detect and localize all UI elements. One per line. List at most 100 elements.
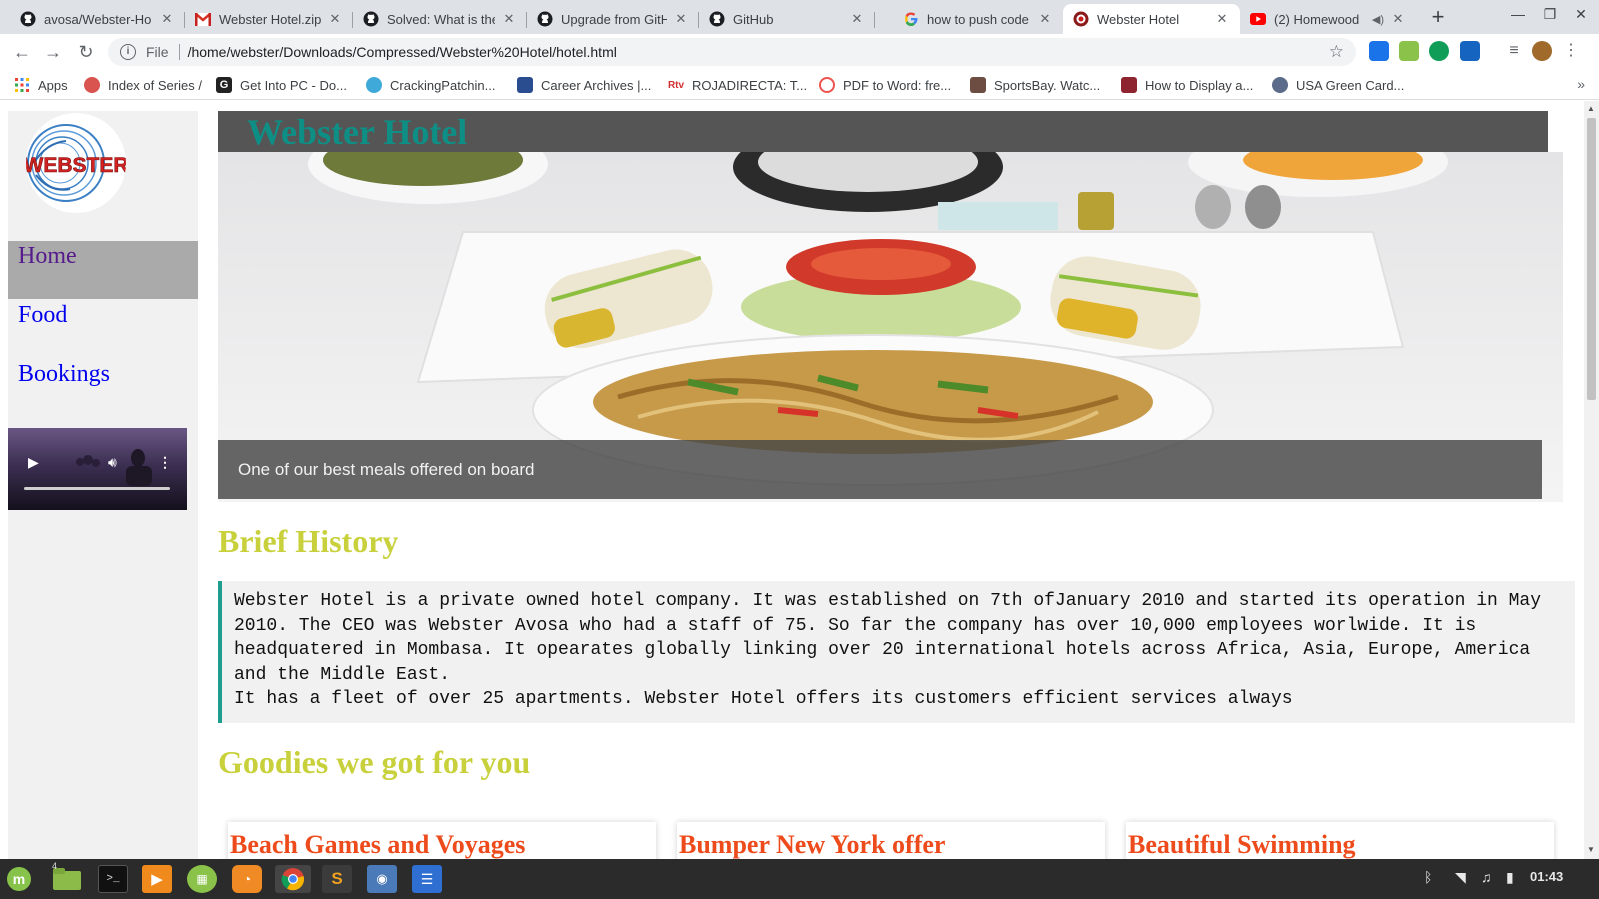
extension-mail-icon[interactable]: [1399, 41, 1419, 61]
tab-strip: avosa/Webster-Ho ✕ Webster Hotel.zip ✕ S…: [0, 0, 1599, 34]
close-window-icon[interactable]: ✕: [1569, 6, 1593, 28]
history-paragraph-1: Webster Hotel is a private owned hotel c…: [234, 591, 1542, 685]
screenshot-camera-icon[interactable]: ◉: [367, 865, 397, 893]
bookmark-label: SportsBay. Watc...: [994, 77, 1101, 93]
bookmark-usa-green-card[interactable]: USA Green Card...: [1272, 76, 1404, 94]
bookmark-star-icon[interactable]: ☆: [1329, 42, 1344, 62]
new-tab-button[interactable]: +: [1426, 6, 1450, 30]
terminal-icon[interactable]: >_: [98, 865, 128, 893]
bookmark-label: PDF to Word: fre...: [843, 77, 952, 93]
tab-youtube[interactable]: (2) Homewood ◀) ✕: [1240, 4, 1416, 34]
files-folder-icon[interactable]: 4: [52, 861, 82, 893]
sportsbay-icon: [970, 77, 986, 93]
tab-github[interactable]: GitHub ✕: [699, 4, 875, 34]
volume-icon[interactable]: 🔊︎: [108, 454, 117, 471]
tab-upgrade[interactable]: Upgrade from GitH ✕: [527, 4, 699, 34]
extension-translate-icon[interactable]: [1369, 41, 1389, 61]
nav-bookings[interactable]: Bookings: [8, 359, 198, 417]
bluetooth-icon[interactable]: ᛒ: [1424, 869, 1432, 885]
bookmark-index-of-series[interactable]: Index of Series /: [84, 76, 202, 94]
mint-menu-icon[interactable]: m: [4, 865, 34, 893]
media-control-icon[interactable]: ≡: [1504, 41, 1524, 61]
scrollbar-thumb[interactable]: [1587, 118, 1596, 400]
bookmarks-overflow-icon[interactable]: »: [1577, 76, 1585, 92]
text-editor-icon[interactable]: ☰: [412, 865, 442, 893]
tab-webster-hotel-active[interactable]: Webster Hotel ✕: [1063, 4, 1240, 34]
tab-title: how to push code t: [927, 11, 1031, 27]
os-taskbar: m 4 >_ ▶ ▦ ◔ S ◉ ☰ ᛒ ◥ ♫ ▮ 01:43: [0, 859, 1599, 899]
profile-avatar[interactable]: [1532, 41, 1552, 61]
goodie-card[interactable]: Beautiful Swimming: [1126, 822, 1554, 859]
firefox-icon[interactable]: ◔: [232, 865, 262, 893]
tab-google-search[interactable]: how to push code t ✕: [893, 4, 1063, 34]
bookmark-label: Get Into PC - Do...: [240, 77, 347, 93]
gmail-icon: [195, 11, 211, 27]
close-icon[interactable]: ✕: [673, 11, 689, 27]
url-text[interactable]: /home/webster/Downloads/Compressed/Webst…: [188, 44, 617, 60]
wifi-icon[interactable]: ◥: [1455, 869, 1466, 886]
svg-text:m: m: [13, 871, 25, 887]
calculator-icon[interactable]: ▦: [187, 865, 217, 893]
media-player-icon[interactable]: ▶: [142, 865, 172, 893]
clock[interactable]: 01:43: [1530, 869, 1563, 884]
tab-webster-zip[interactable]: Webster Hotel.zip ✕: [185, 4, 353, 34]
close-icon[interactable]: ✕: [327, 11, 343, 27]
bookmarks-bar: Apps Index of Series / G Get Into PC - D…: [0, 70, 1599, 100]
career-icon: [517, 77, 533, 93]
nav-food[interactable]: Food: [8, 300, 198, 358]
restore-icon[interactable]: ❐: [1538, 6, 1562, 28]
scroll-down-arrow-icon[interactable]: ▼: [1587, 845, 1595, 854]
scroll-up-arrow-icon[interactable]: ▲: [1587, 104, 1595, 113]
history-block: Webster Hotel is a private owned hotel c…: [218, 581, 1575, 723]
tab-avosa-webster[interactable]: avosa/Webster-Ho ✕: [10, 4, 185, 34]
svg-text:WEBSTER: WEBSTER: [26, 154, 126, 177]
sublime-text-icon[interactable]: S: [322, 865, 352, 893]
minimize-icon[interactable]: —: [1506, 6, 1530, 28]
bookmark-label: How to Display a...: [1145, 77, 1254, 93]
extension-blue-icon[interactable]: [1460, 41, 1480, 61]
video-progress-bar[interactable]: [24, 487, 170, 490]
back-arrow-icon[interactable]: ←: [10, 40, 34, 64]
extension-green-icon[interactable]: [1429, 41, 1449, 61]
bookmark-rojadirecta[interactable]: Rtv ROJADIRECTA: T...: [668, 76, 807, 94]
bookmark-apps[interactable]: Apps: [14, 76, 68, 94]
close-icon[interactable]: ✕: [501, 11, 517, 27]
bookmark-label: ROJADIRECTA: T...: [692, 77, 808, 93]
close-icon[interactable]: ✕: [1390, 11, 1406, 27]
nav-home[interactable]: Home: [8, 241, 198, 299]
speaker-icon[interactable]: ◀): [1372, 13, 1384, 26]
menu-kebab-icon[interactable]: ⋮: [1561, 41, 1581, 61]
bookmark-career-archives[interactable]: Career Archives |...: [517, 76, 651, 94]
bookmark-how-to-display[interactable]: How to Display a...: [1121, 76, 1253, 94]
tab-title: Webster Hotel: [1097, 11, 1180, 27]
bookmark-pdf-to-word[interactable]: PDF to Word: fre...: [819, 76, 951, 94]
tab-title: Webster Hotel.zip: [219, 11, 321, 27]
close-icon[interactable]: ✕: [849, 11, 865, 27]
close-icon[interactable]: ✕: [1214, 11, 1230, 27]
bookmark-label: Apps: [38, 77, 68, 93]
bookmark-get-into-pc[interactable]: G Get Into PC - Do...: [216, 76, 347, 94]
tab-title: GitHub: [733, 11, 774, 27]
page-scrollbar[interactable]: ▲ ▼: [1584, 101, 1599, 859]
close-icon[interactable]: ✕: [159, 11, 175, 27]
address-bar[interactable]: i File /home/webster/Downloads/Compresse…: [108, 38, 1356, 66]
more-options-icon[interactable]: ⋮: [158, 454, 172, 471]
forward-arrow-icon[interactable]: →: [41, 40, 65, 64]
sound-icon[interactable]: ♫: [1481, 869, 1492, 885]
bookmark-sportsbay[interactable]: SportsBay. Watc...: [970, 76, 1100, 94]
goodie-card[interactable]: Bumper New York offer: [677, 822, 1105, 859]
chrome-icon[interactable]: [275, 865, 311, 893]
info-icon[interactable]: i: [120, 44, 136, 60]
history-paragraph-2: It has a fleet of over 25 apartments. We…: [234, 689, 1293, 710]
tab-title: (2) Homewood: [1274, 11, 1360, 27]
play-icon[interactable]: ▶: [28, 454, 39, 471]
tab-solved[interactable]: Solved: What is the ✕: [353, 4, 527, 34]
bookmark-crackingpatching[interactable]: CrackingPatchin...: [366, 76, 496, 94]
close-icon[interactable]: ✕: [1037, 11, 1053, 27]
goodie-card[interactable]: Beach Games and Voyages: [228, 822, 656, 859]
cracking-icon: [366, 77, 382, 93]
video-player[interactable]: ▶ 🔊︎ ⋮: [8, 428, 187, 510]
battery-icon[interactable]: ▮: [1506, 869, 1514, 886]
hero-caption-text: One of our best meals offered on board: [238, 460, 535, 479]
reload-icon[interactable]: ↻: [74, 40, 98, 64]
